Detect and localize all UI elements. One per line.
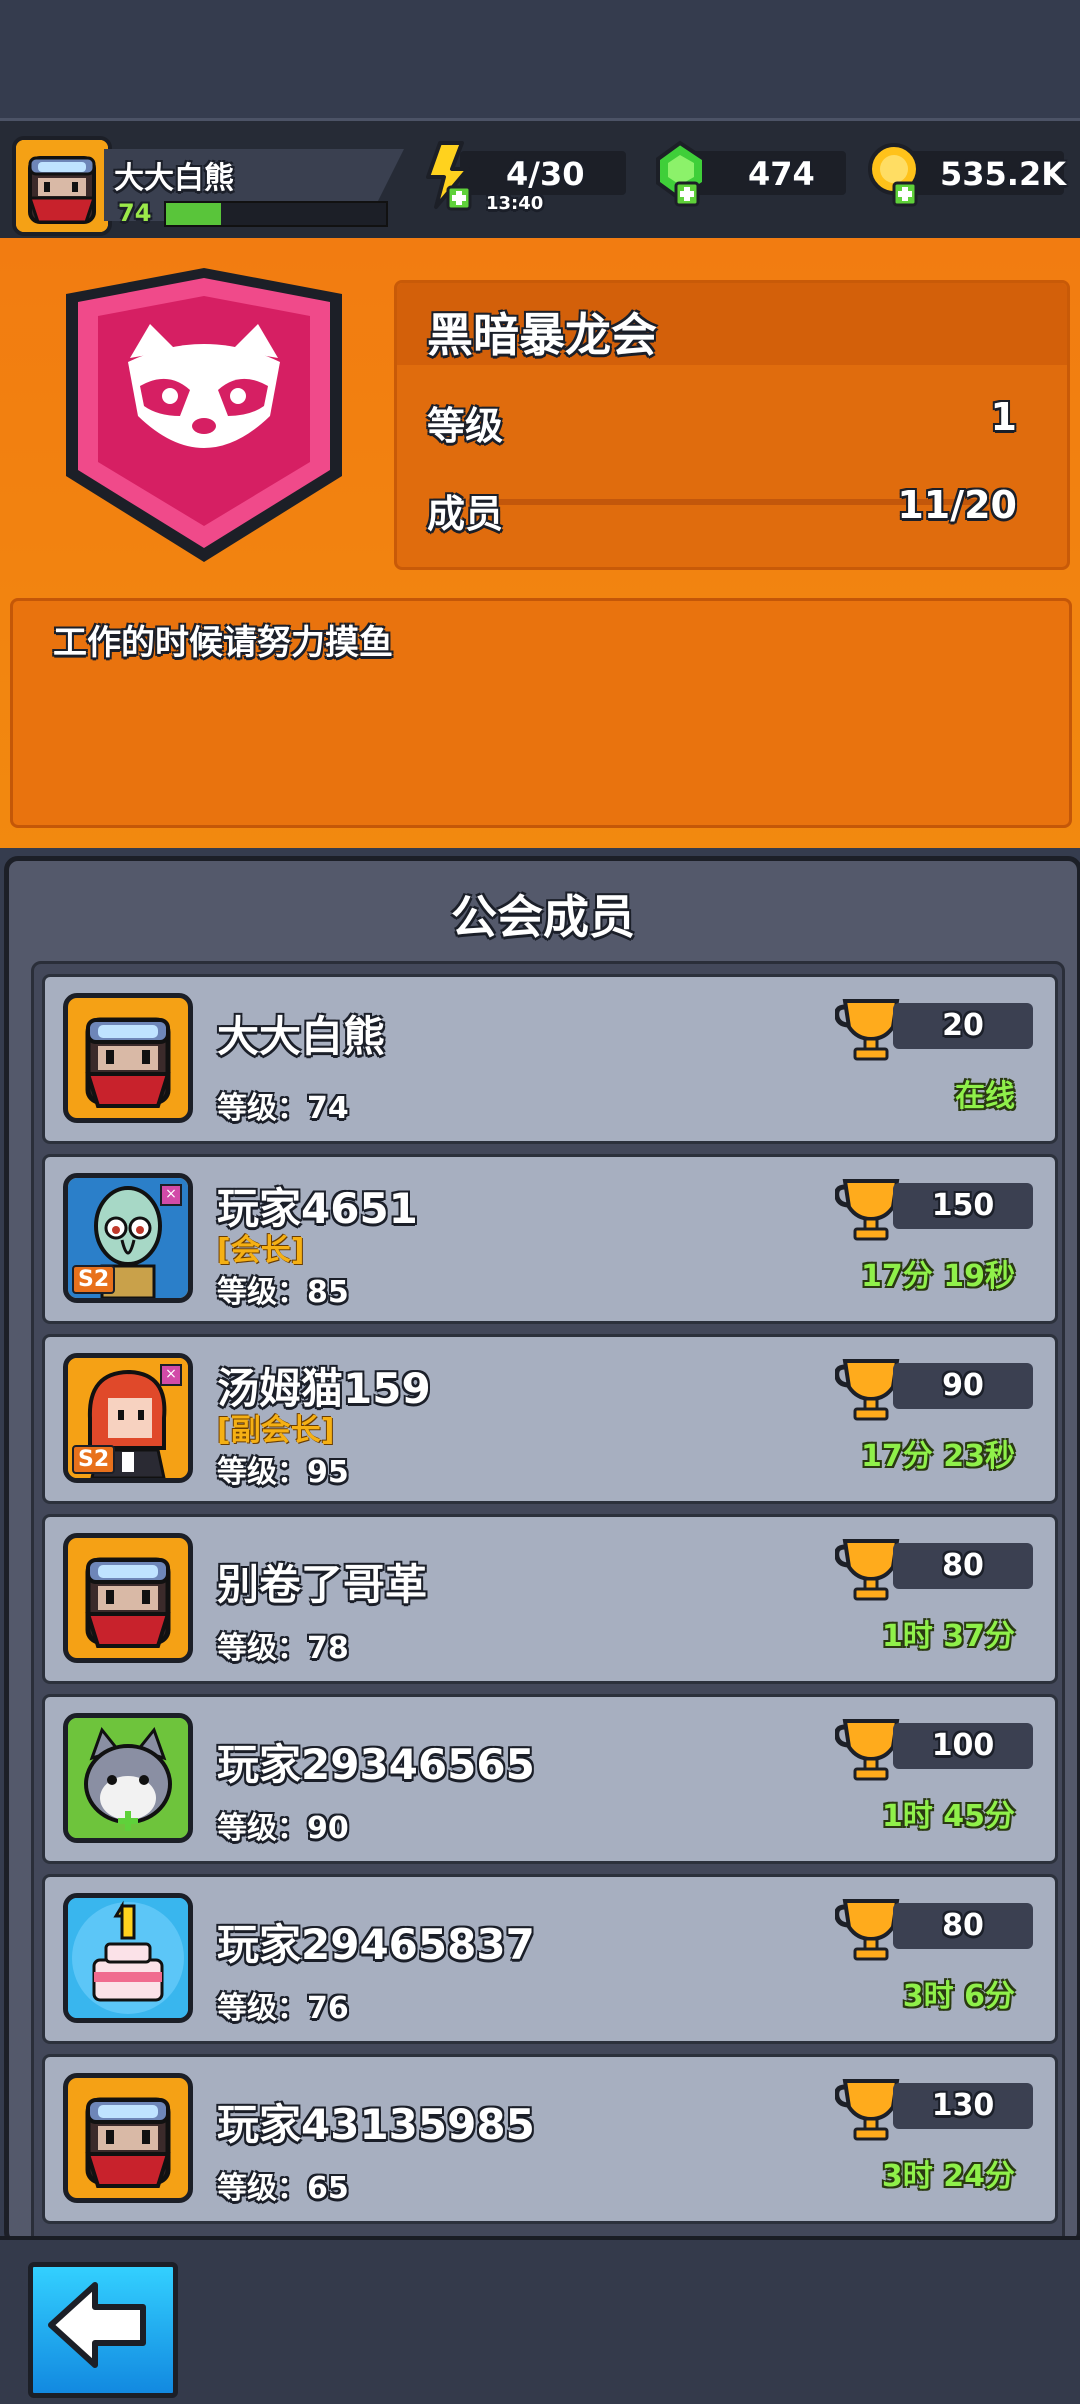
ninja-avatar-icon	[85, 2097, 171, 2188]
members-panel: 公会成员 大大白熊 等级：74 20 在线 S2 × 玩家4651 [会长] 等级：85 150 1…	[4, 856, 1080, 2246]
player-name: 大大白熊	[114, 161, 234, 196]
member-avatar[interactable]: S2 ×	[63, 1353, 193, 1483]
player-avatar[interactable]	[12, 136, 112, 236]
trophy-count-pill: 100	[893, 1723, 1033, 1769]
guild-level-label: 等级	[427, 404, 504, 448]
ninja-avatar-icon	[85, 1017, 171, 1108]
guild-info-panel: 黑暗暴龙会 等级 1 成员 11/20	[394, 280, 1070, 570]
green-gem-plus-icon[interactable]	[650, 137, 714, 209]
member-level: 等级：95	[217, 1455, 349, 1490]
season-tag: S2	[72, 1265, 116, 1294]
member-status: 3时 24分	[881, 2159, 1015, 2194]
member-level: 等级：65	[217, 2171, 349, 2206]
member-row[interactable]: S2 × 汤姆猫159 [副会长] 等级：95 90 17分 23秒	[42, 1334, 1058, 1504]
member-avatar[interactable]	[63, 1533, 193, 1663]
trophy-count: 150	[931, 1188, 995, 1223]
member-avatar[interactable]	[63, 1713, 193, 1843]
member-status: 1时 37分	[881, 1619, 1015, 1654]
close-badge-icon: ×	[160, 1364, 182, 1386]
member-status: 在线	[955, 1079, 1015, 1114]
member-avatar[interactable]	[63, 993, 193, 1123]
member-name: 玩家43135985	[217, 2100, 535, 2149]
member-level: 等级：78	[217, 1631, 349, 1666]
members-title: 公会成员	[451, 890, 635, 944]
energy-timer: 13:40	[486, 193, 544, 214]
member-role: [会长]	[217, 1233, 305, 1268]
guild-name: 黑暗暴龙会	[427, 308, 657, 362]
member-status: 1时 45分	[881, 1799, 1015, 1834]
member-level: 等级：90	[217, 1811, 349, 1846]
member-row[interactable]: 玩家43135985 等级：65 130 3时 24分	[42, 2054, 1058, 2224]
trophy-count-pill: 130	[893, 2083, 1033, 2129]
trophy-count: 90	[942, 1368, 984, 1403]
gems-value: 474	[748, 155, 815, 193]
member-avatar[interactable]: S2 ×	[63, 1173, 193, 1303]
member-row[interactable]: S2 × 玩家4651 [会长] 等级：85 150 17分 19秒	[42, 1154, 1058, 1324]
trophy-count-pill: 150	[893, 1183, 1033, 1229]
member-status: 17分 23秒	[861, 1439, 1015, 1474]
trophy-count: 80	[942, 1548, 984, 1583]
member-row[interactable]: 玩家29346565 等级：90 100 1时 45分	[42, 1694, 1058, 1864]
trophy-count: 80	[942, 1908, 984, 1943]
top-status-bar: 大大白熊 74 4/30 13:40 474 535.2K	[0, 118, 1080, 243]
guild-motto: 工作的时候请努力摸鱼	[53, 623, 393, 663]
member-row[interactable]: 别卷了哥革等级：78 80 1时 37分	[42, 1514, 1058, 1684]
member-row[interactable]: 大大白熊等级：74 20 在线	[42, 974, 1058, 1144]
trophy-count-pill: 80	[893, 1903, 1033, 1949]
member-level: 等级：74	[217, 1091, 349, 1126]
trophy-count-pill: 90	[893, 1363, 1033, 1409]
member-name: 玩家29465837	[217, 1920, 535, 1969]
member-name: 大大白熊	[217, 1012, 386, 1061]
member-status: 17分 19秒	[861, 1259, 1015, 1294]
energy-value: 4/30	[506, 155, 585, 193]
trophy-count: 130	[931, 2088, 995, 2123]
member-name: 别卷了哥革	[217, 1560, 428, 1609]
player-level: 74	[118, 199, 152, 227]
lightning-plus-icon[interactable]	[418, 141, 478, 213]
trophy-count-pill: 20	[893, 1003, 1033, 1049]
member-avatar[interactable]	[63, 2073, 193, 2203]
trophy-count: 100	[931, 1728, 995, 1763]
guild-members-value: 11/20	[897, 483, 1017, 527]
coins-value: 535.2K	[940, 155, 1067, 193]
close-badge-icon: ×	[160, 1184, 182, 1206]
guild-motto-box: 工作的时候请努力摸鱼	[10, 598, 1072, 828]
member-role: [副会长]	[217, 1413, 335, 1448]
member-level: 等级：85	[217, 1275, 349, 1310]
ninja-avatar-icon	[16, 140, 108, 232]
bottom-bar	[0, 2236, 1080, 2404]
guild-members-label: 成员	[427, 492, 504, 536]
member-row[interactable]: 玩家29465837 等级：76 80 3时 6分	[42, 1874, 1058, 2044]
xp-bar	[164, 201, 388, 227]
guild-header: 黑暗暴龙会 等级 1 成员 11/20 工作的时候请努力摸鱼	[0, 238, 1080, 848]
cake-avatar-icon	[68, 1898, 188, 2018]
member-avatar[interactable]	[63, 1893, 193, 2023]
trophy-count-pill: 80	[893, 1543, 1033, 1589]
ninja-avatar-icon	[85, 1557, 171, 1648]
trophy-count: 20	[942, 1008, 984, 1043]
members-list[interactable]: 大大白熊 等级：74 20 在线 S2 × 玩家4651 [会长] 等级：85 150 17分 19…	[31, 961, 1065, 2241]
cat-avatar-icon	[68, 1718, 188, 1838]
back-button[interactable]	[28, 2262, 178, 2398]
gold-coin-plus-icon[interactable]	[866, 139, 930, 209]
xp-bar-fill	[166, 203, 221, 225]
member-level: 等级：76	[217, 1991, 349, 2026]
raccoon-shield-icon	[66, 268, 342, 562]
energy-pill[interactable]: 4/30	[460, 151, 626, 195]
member-name: 玩家29346565	[217, 1740, 535, 1789]
guild-level-value: 1	[990, 395, 1017, 439]
season-tag: S2	[72, 1445, 116, 1474]
member-status: 3时 6分	[902, 1979, 1015, 2014]
back-arrow-icon	[48, 2282, 146, 2368]
